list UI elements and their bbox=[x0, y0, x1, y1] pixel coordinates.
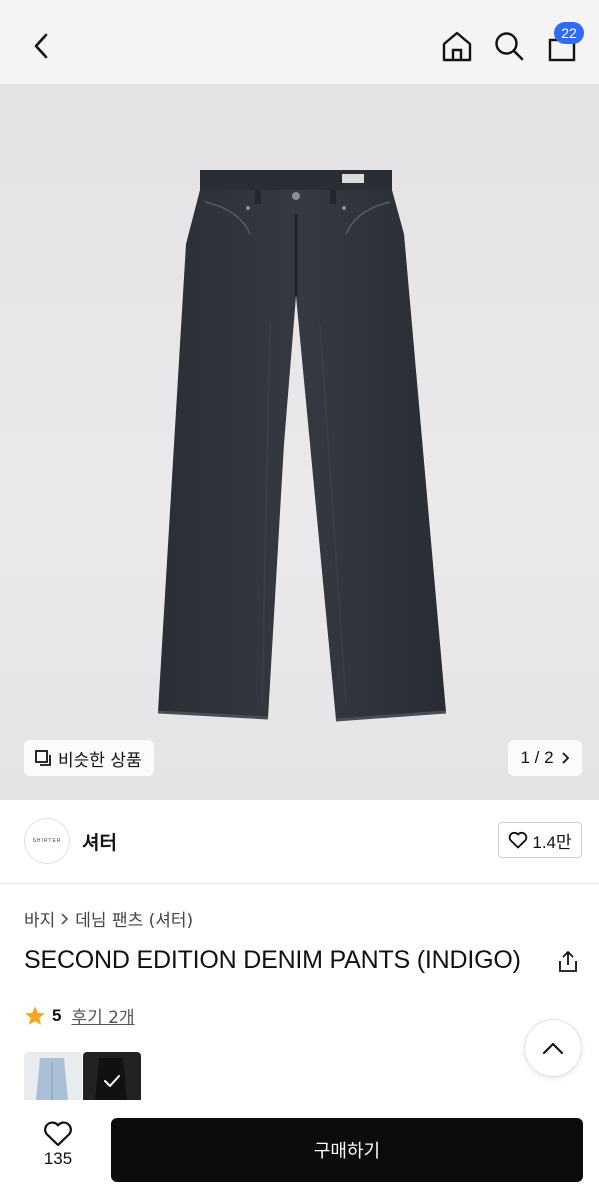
similar-products-label: 비슷한 상품 bbox=[58, 750, 142, 771]
color-option-indigo-selected[interactable] bbox=[83, 1052, 141, 1100]
image-pager[interactable]: 1 / 2 bbox=[508, 740, 582, 776]
breadcrumb-item-subcategory[interactable]: 데님 팬츠 (셔터) bbox=[75, 906, 193, 931]
home-icon bbox=[442, 31, 472, 62]
light-denim-thumbnail bbox=[36, 1058, 68, 1100]
wishlist-button[interactable]: 135 bbox=[28, 1120, 88, 1169]
share-icon bbox=[559, 951, 577, 972]
brand-like-count: 1.4만 bbox=[532, 832, 572, 852]
bottom-action-bar: 135 구매하기 bbox=[0, 1100, 599, 1200]
chevron-left-icon bbox=[34, 33, 48, 59]
share-button[interactable] bbox=[552, 946, 584, 978]
chevron-right-icon bbox=[562, 752, 569, 764]
top-header: 22 bbox=[0, 0, 599, 84]
wishlist-count: 135 bbox=[43, 1149, 73, 1168]
chevron-right-icon bbox=[61, 913, 69, 924]
breadcrumb-item-category[interactable]: 바지 bbox=[24, 906, 55, 931]
buy-button[interactable]: 구매하기 bbox=[111, 1118, 583, 1182]
scroll-to-top-button[interactable] bbox=[524, 1019, 582, 1077]
cart-count-badge: 22 bbox=[554, 22, 584, 44]
brand-row: SHIRTER 셔터 1.4만 bbox=[0, 800, 599, 884]
color-options bbox=[24, 1052, 141, 1100]
brand-like-button[interactable]: 1.4만 bbox=[498, 822, 582, 858]
heart-icon bbox=[44, 1121, 72, 1147]
search-button[interactable] bbox=[487, 24, 531, 68]
cart-button[interactable]: 22 bbox=[540, 22, 584, 68]
chevron-up-icon bbox=[542, 1042, 564, 1055]
breadcrumb: 바지 데님 팬츠 (셔터) bbox=[24, 906, 193, 931]
product-image bbox=[157, 170, 447, 722]
heart-icon bbox=[509, 831, 528, 849]
color-option-light-wash[interactable] bbox=[24, 1052, 82, 1100]
product-image-gallery[interactable]: 비슷한 상품 1 / 2 bbox=[0, 84, 599, 800]
back-button[interactable] bbox=[20, 24, 64, 68]
search-icon bbox=[495, 32, 524, 61]
reviews-link[interactable]: 후기 2개 bbox=[71, 1003, 134, 1028]
rating-row: 5 후기 2개 bbox=[24, 1003, 135, 1028]
star-icon bbox=[25, 1005, 45, 1025]
home-button[interactable] bbox=[435, 24, 479, 68]
brand-logo-text: SHIRTER bbox=[32, 838, 62, 844]
check-icon bbox=[104, 1075, 120, 1087]
similar-products-button[interactable]: 비슷한 상품 bbox=[24, 740, 154, 776]
brand-logo[interactable]: SHIRTER bbox=[24, 818, 70, 864]
brand-name[interactable]: 셔터 bbox=[82, 828, 117, 855]
rating-score: 5 bbox=[52, 1005, 62, 1025]
product-title: SECOND EDITION DENIM PANTS (INDIGO) bbox=[24, 946, 521, 974]
pager-text: 1 / 2 bbox=[520, 748, 554, 767]
similar-items-icon bbox=[35, 750, 51, 766]
